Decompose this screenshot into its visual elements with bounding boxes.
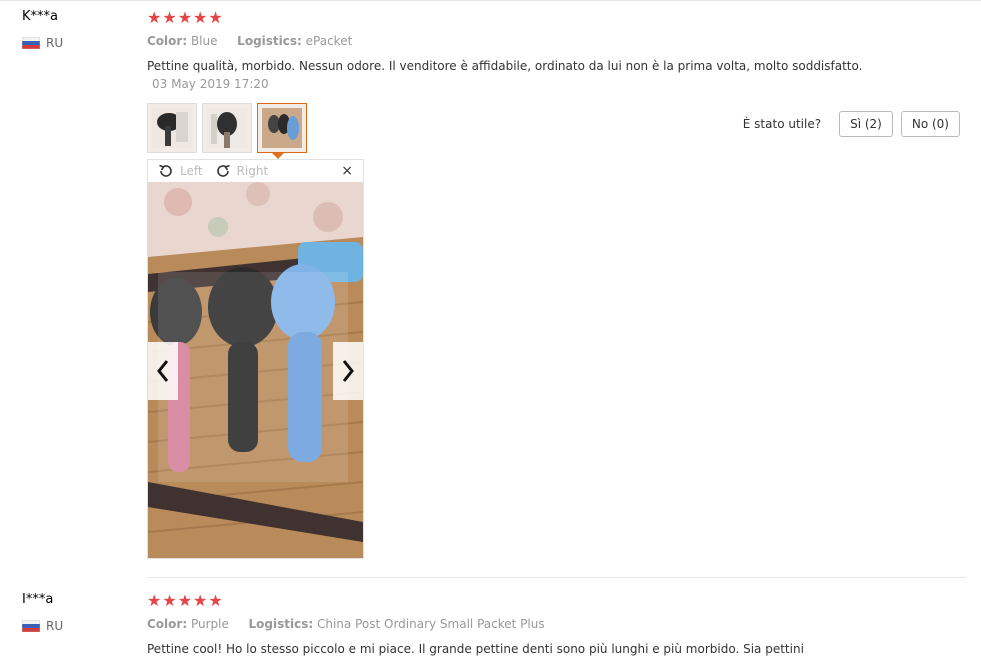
reviewer-name: K***a xyxy=(22,9,58,24)
logistics-label: Logistics: xyxy=(248,617,314,631)
star-rating: ★★★★★ xyxy=(147,8,224,27)
photo-thumbnail-image xyxy=(262,108,302,148)
viewer-toolbar: Left Right × xyxy=(148,160,363,182)
review-text: Pettine qualità, morbido. Nessun odore. … xyxy=(147,59,863,73)
logistics-label: Logistics: xyxy=(237,34,302,48)
chevron-left-icon xyxy=(157,360,169,382)
prev-photo-button[interactable] xyxy=(148,342,178,400)
review-text: Pettine cool! Ho lo stesso piccolo e mi … xyxy=(147,642,804,656)
photo-thumbnail-image xyxy=(207,108,247,148)
review-photo-image xyxy=(148,182,363,558)
review-date: 03 May 2019 17:20 xyxy=(152,77,269,91)
logistics-value: ePacket xyxy=(305,34,353,48)
vote-no-button[interactable]: No (0) xyxy=(900,111,960,137)
helpful-vote: È stato utile? Sì (2) No (0) xyxy=(743,111,960,137)
rotate-left-label[interactable]: Left xyxy=(180,164,203,178)
rotate-right-label[interactable]: Right xyxy=(237,164,269,178)
chevron-right-icon xyxy=(342,360,354,382)
next-photo-button[interactable] xyxy=(333,342,363,400)
photo-thumbnail-active[interactable] xyxy=(257,103,307,153)
color-label: Color: xyxy=(147,617,188,631)
helpful-question: È stato utile? xyxy=(742,117,822,131)
review-attributes: Color: Blue Logistics: ePacket xyxy=(147,34,352,48)
color-label: Color: xyxy=(147,34,188,48)
vote-yes-button[interactable]: Sì (2) xyxy=(839,111,893,137)
photo-thumbnail-image xyxy=(152,108,192,148)
color-value: Purple xyxy=(190,617,229,631)
photo-thumbnail[interactable] xyxy=(202,103,252,153)
flag-ru-icon xyxy=(22,37,40,49)
country-code: RU xyxy=(46,619,64,633)
reviewer-name: I***a xyxy=(22,592,54,607)
review-item: I***a RU ★★★★★ Color: Purple Logistics: … xyxy=(0,578,981,656)
flag-ru-icon xyxy=(22,620,40,632)
review-item: K***a RU ★★★★★ Color: Blue Logistics: eP… xyxy=(0,0,981,578)
rotate-right-icon[interactable] xyxy=(215,163,231,179)
review-photo xyxy=(148,182,363,558)
photo-thumbnails xyxy=(147,103,307,153)
country-code: RU xyxy=(46,36,64,50)
photo-thumbnail[interactable] xyxy=(147,103,197,153)
logistics-value: China Post Ordinary Small Packet Plus xyxy=(316,617,545,631)
reviewer-country: RU xyxy=(22,36,63,50)
star-rating: ★★★★★ xyxy=(147,591,224,610)
close-icon[interactable]: × xyxy=(341,163,353,179)
review-attributes: Color: Purple Logistics: China Post Ordi… xyxy=(147,617,545,631)
reviewer-country: RU xyxy=(22,619,63,633)
photo-viewer: Left Right × xyxy=(147,159,364,559)
rotate-left-icon[interactable] xyxy=(158,163,174,179)
color-value: Blue xyxy=(190,34,218,48)
